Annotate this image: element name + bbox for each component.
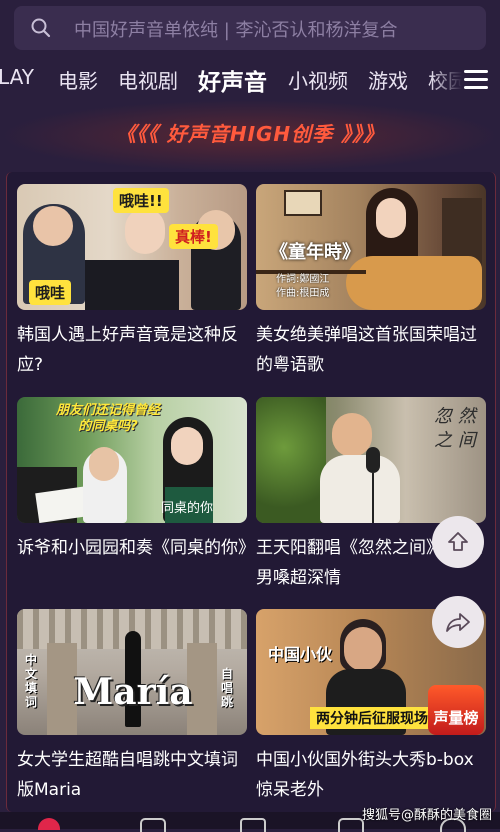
video-thumbnail[interactable]: 朋友们还记得曾经的同桌吗? 同桌的你 xyxy=(17,397,247,523)
channel-tabs: LAY 电影 电视剧 好声音 小视频 游戏 校园 xyxy=(0,56,500,102)
event-banner[interactable]: 《《《 好声音HIGH创季 》》》 xyxy=(0,100,500,172)
thumb-title: 《童年時》 xyxy=(270,242,360,263)
thumb-title: María xyxy=(73,671,193,713)
search-input[interactable]: 中国好声音单依纯 | 李沁否认和杨洋复合 xyxy=(74,16,478,42)
thumb-title: 忽 然 之 间 xyxy=(434,406,476,451)
video-title[interactable]: 女大学生超酷自唱跳中文填词版Maria xyxy=(17,745,249,805)
upload-button[interactable] xyxy=(432,516,484,568)
tab-good-voice[interactable]: 好声音 xyxy=(198,63,267,97)
rank-badge: 声量榜 xyxy=(433,709,479,727)
banner-title: 《《《 好声音HIGH创季 》》》 xyxy=(115,122,385,146)
thumb-title: 朋友们还记得曾经的同桌吗? xyxy=(55,403,160,434)
video-title[interactable]: 诉爷和小园园和奏《同桌的你》 xyxy=(17,533,255,563)
tab-movies[interactable]: 电影 xyxy=(58,65,98,94)
tab-short-video[interactable]: 小视频 xyxy=(288,65,348,94)
thumb-side-text: 自唱跳 xyxy=(221,667,234,709)
thumb-side-text: 中文填词 xyxy=(25,653,38,709)
tab-tv[interactable]: 电视剧 xyxy=(118,65,178,94)
wall-frame xyxy=(284,190,322,216)
menu-icon[interactable] xyxy=(464,70,488,90)
message-nav-icon[interactable] xyxy=(338,818,364,832)
video-thumbnail[interactable]: María 中文填词 自唱跳 xyxy=(17,609,247,735)
thumb-badge: 哦哇!! xyxy=(113,188,169,213)
person-face xyxy=(344,627,382,671)
share-button[interactable] xyxy=(432,596,484,648)
tab-games[interactable]: 游戏 xyxy=(368,65,408,94)
add-nav-icon[interactable] xyxy=(240,818,266,832)
thumb-subtitle: 两分钟后征服现场 xyxy=(310,707,434,729)
thumb-credit: 作曲:根田成 xyxy=(276,288,330,299)
thumb-badge: 真棒! xyxy=(169,224,218,249)
video-thumbnail[interactable]: 哦哇!! 真棒! 哦哇 xyxy=(17,184,247,310)
search-icon xyxy=(31,18,51,38)
person-face xyxy=(125,208,165,254)
video-title[interactable]: 美女绝美弹唱这首张国荣唱过的粤语歌 xyxy=(256,320,488,380)
tab-play[interactable]: LAY xyxy=(0,65,34,89)
video-title[interactable]: 中国小伙国外街头大秀b-box惊呆老外 xyxy=(256,745,488,805)
thumb-credit: 作詞:鄭國江 xyxy=(276,274,330,285)
person-face xyxy=(33,206,73,246)
plant xyxy=(256,397,326,523)
thumb-title: 中国小伙 xyxy=(268,645,333,664)
person-face xyxy=(171,427,203,465)
upload-arrow-icon xyxy=(448,532,468,551)
person-face xyxy=(89,447,119,481)
guitar xyxy=(346,256,482,310)
video-grid: 哦哇!! 真棒! 哦哇 韩国人遇上好声音竟是这种反应? 《童年時》 作詞:鄭國江… xyxy=(6,172,496,812)
video-thumbnail[interactable]: 《童年時》 作詞:鄭國江 作曲:根田成 xyxy=(256,184,486,310)
mic-stand xyxy=(372,473,374,523)
thumb-badge: 哦哇 xyxy=(29,280,72,305)
thumb-subtitle: 同桌的你 xyxy=(161,501,214,516)
share-arrow-icon xyxy=(446,613,470,632)
inset-video xyxy=(85,260,179,310)
video-thumbnail[interactable]: 忽 然 之 间 xyxy=(256,397,486,523)
microphone xyxy=(366,447,380,473)
search-bar[interactable]: 中国好声音单依纯 | 李沁否认和杨洋复合 xyxy=(14,6,486,50)
watermark: 搜狐号@酥酥的美食圈 xyxy=(361,808,492,823)
person-shirt xyxy=(320,455,400,523)
video-title[interactable]: 韩国人遇上好声音竟是这种反应? xyxy=(17,320,249,380)
video-nav-icon[interactable] xyxy=(140,818,166,832)
person-face xyxy=(376,198,406,238)
